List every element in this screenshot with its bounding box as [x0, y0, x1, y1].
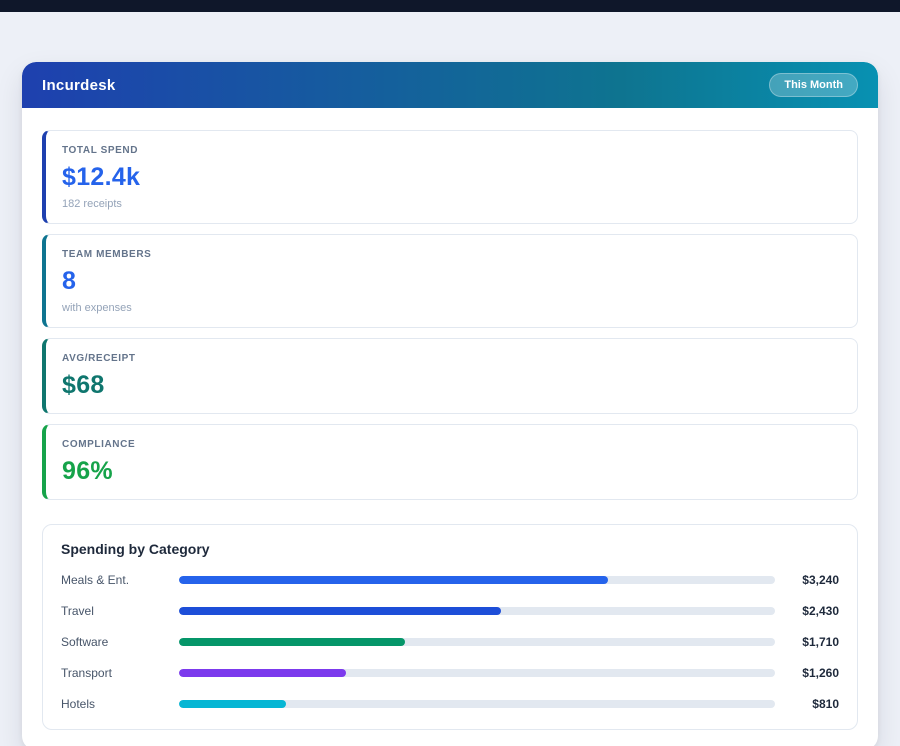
- chart-row-hotels: Hotels $810: [61, 697, 839, 711]
- bar-track: [179, 669, 775, 677]
- stat-card-team-members: TEAM MEMBERS 8 with expenses: [42, 234, 858, 328]
- category-label: Hotels: [61, 697, 179, 711]
- category-value: $2,430: [775, 604, 839, 618]
- bar-fill: [179, 607, 501, 615]
- stat-label: TOTAL SPEND: [62, 145, 841, 156]
- app-title: Incurdesk: [42, 77, 116, 94]
- stat-value: 8: [62, 267, 841, 296]
- top-system-bar: [0, 0, 900, 12]
- stat-value: 96%: [62, 457, 841, 486]
- bar-track: [179, 700, 775, 708]
- stat-card-compliance: COMPLIANCE 96%: [42, 424, 858, 500]
- chart-row-travel: Travel $2,430: [61, 604, 839, 618]
- category-value: $1,710: [775, 635, 839, 649]
- stat-card-avg-receipt: AVG/RECEIPT $68: [42, 338, 858, 414]
- bar-fill: [179, 669, 346, 677]
- spending-by-category-card: Spending by Category Meals & Ent. $3,240…: [42, 524, 858, 730]
- app-header: Incurdesk This Month: [22, 62, 878, 108]
- period-badge[interactable]: This Month: [769, 73, 858, 97]
- category-label: Software: [61, 635, 179, 649]
- stat-subtext: with expenses: [62, 302, 841, 314]
- stat-label: COMPLIANCE: [62, 439, 841, 450]
- bar-track: [179, 638, 775, 646]
- category-label: Travel: [61, 604, 179, 618]
- chart-row-meals: Meals & Ent. $3,240: [61, 573, 839, 587]
- stat-label: TEAM MEMBERS: [62, 249, 841, 260]
- incurdesk-panel: Incurdesk This Month TOTAL SPEND $12.4k …: [22, 62, 878, 746]
- category-label: Meals & Ent.: [61, 573, 179, 587]
- stat-label: AVG/RECEIPT: [62, 353, 841, 364]
- category-value: $1,260: [775, 666, 839, 680]
- category-value: $810: [775, 697, 839, 711]
- dashboard-body: TOTAL SPEND $12.4k 182 receipts TEAM MEM…: [22, 108, 878, 746]
- chart-row-transport: Transport $1,260: [61, 666, 839, 680]
- stat-card-total-spend: TOTAL SPEND $12.4k 182 receipts: [42, 130, 858, 224]
- category-value: $3,240: [775, 573, 839, 587]
- chart-row-software: Software $1,710: [61, 635, 839, 649]
- bar-fill: [179, 700, 286, 708]
- bar-track: [179, 576, 775, 584]
- bar-fill: [179, 638, 405, 646]
- category-label: Transport: [61, 666, 179, 680]
- bar-track: [179, 607, 775, 615]
- stat-value: $12.4k: [62, 163, 841, 192]
- chart-title: Spending by Category: [61, 541, 839, 557]
- stat-subtext: 182 receipts: [62, 198, 841, 210]
- bar-fill: [179, 576, 608, 584]
- stat-value: $68: [62, 371, 841, 400]
